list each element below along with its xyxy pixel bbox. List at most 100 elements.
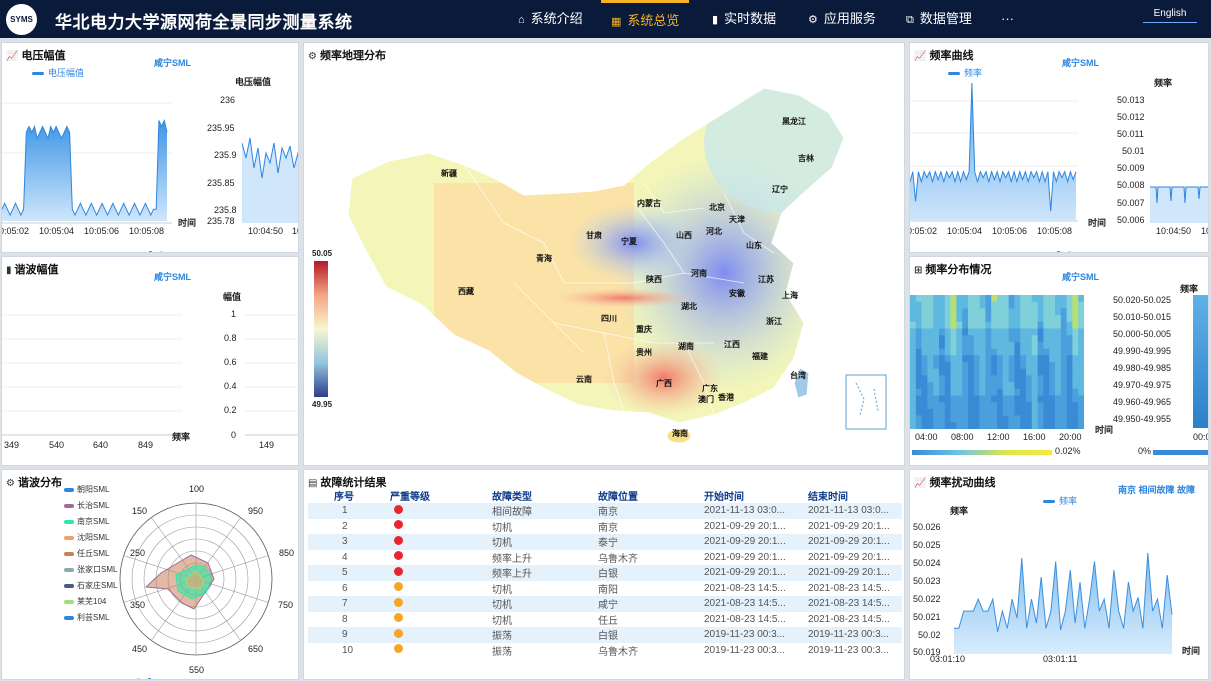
legend-item[interactable]: 朝阳SML: [64, 484, 109, 495]
province-label[interactable]: 山东: [746, 240, 762, 251]
legend-item[interactable]: 南京SML: [64, 516, 109, 527]
chart-legend[interactable]: 频率: [1043, 494, 1077, 507]
province-label[interactable]: 河南: [691, 268, 707, 279]
pager-dot[interactable]: [1056, 251, 1061, 252]
pager-dots[interactable]: [148, 243, 180, 252]
province-label[interactable]: 天津: [729, 214, 745, 225]
nav-data-management[interactable]: ⧉ 数据管理: [906, 0, 972, 38]
nav-system-overview[interactable]: ▦ 系统总览: [601, 0, 690, 38]
nav-app-services[interactable]: ⚙ 应用服务: [808, 0, 876, 38]
province-label[interactable]: 香港: [718, 392, 734, 403]
china-frequency-map[interactable]: [304, 43, 905, 466]
province-label[interactable]: 台湾: [790, 370, 806, 381]
pager-dot[interactable]: [136, 678, 141, 679]
province-label[interactable]: 澳门: [698, 394, 714, 405]
table-row[interactable]: 2 切机 南京 2021-09-29 20:1... 2021-09-29 20:1..…: [308, 519, 902, 535]
province-label[interactable]: 上海: [782, 290, 798, 301]
table-row[interactable]: 1 相间故障 南京 2021-11-13 03:0... 2021-11-13 03:0…: [308, 503, 902, 519]
province-label[interactable]: 湖南: [678, 341, 694, 352]
panel-title-text: 频率曲线: [929, 50, 974, 62]
heatmap-cell: [973, 375, 980, 383]
province-label[interactable]: 吉林: [798, 153, 814, 164]
pager-dot[interactable]: [159, 251, 164, 252]
province-label[interactable]: 安徽: [729, 288, 745, 299]
heatmap-cell: [1060, 321, 1067, 329]
heatmap-cell: [1037, 408, 1044, 416]
table-row[interactable]: 4 频率上升 乌鲁木齐 2021-09-29 20:1... 2021-09-29 20…: [308, 550, 902, 566]
province-label[interactable]: 河北: [706, 226, 722, 237]
province-label[interactable]: 四川: [601, 313, 617, 324]
province-label[interactable]: 福建: [752, 351, 768, 362]
province-label[interactable]: 浙江: [766, 316, 782, 327]
frequency-curve-panel: 📈频率曲线 频率 咸宁SML 10:05:02 10:05:04 10:05:0…: [909, 42, 1209, 253]
pager-dots[interactable]: [1056, 243, 1088, 252]
heatmap-cell: [1072, 355, 1079, 363]
pager-dot[interactable]: [1067, 251, 1072, 252]
heatmap-cell: [979, 301, 986, 309]
nav-system-intro[interactable]: ⌂ 系统介绍: [518, 0, 583, 38]
pager-dot[interactable]: [148, 465, 153, 466]
province-label[interactable]: 陕西: [646, 274, 662, 285]
x-tick: 149: [259, 440, 275, 450]
fault-type: 切机: [490, 596, 596, 612]
province-label[interactable]: 广西: [656, 378, 672, 389]
heatmap-cell: [944, 362, 951, 369]
table-row[interactable]: 8 切机 任丘 2021-08-23 14:5... 2021-08-23 14:5..…: [308, 612, 902, 628]
province-label[interactable]: 西藏: [458, 286, 474, 297]
heatmap-cell: [1043, 375, 1050, 383]
province-label[interactable]: 新疆: [441, 168, 457, 179]
province-label[interactable]: 宁夏: [621, 236, 637, 247]
pager-dot[interactable]: [147, 678, 152, 679]
grid-icon: ▦: [611, 16, 622, 28]
pager-dot[interactable]: [148, 251, 153, 252]
heatmap-cell: [1026, 408, 1033, 416]
pager-dots[interactable]: [148, 457, 180, 463]
province-label[interactable]: 黑龙江: [782, 116, 806, 127]
heatmap-cell: [997, 355, 1004, 363]
province-label[interactable]: 云南: [576, 374, 592, 385]
language-toggle[interactable]: English: [1143, 8, 1197, 23]
table-row[interactable]: 6 切机 南阳 2021-08-23 14:5... 2021-08-23 14:5..…: [308, 581, 902, 597]
heatmap-cell: [1078, 402, 1084, 410]
end-time: 2021-08-23 14:5...: [808, 613, 890, 625]
legend-item[interactable]: 长治SML: [64, 500, 109, 511]
province-label[interactable]: 甘肃: [586, 230, 602, 241]
x-tick: 00:00: [1193, 432, 1208, 442]
legend-item[interactable]: 任丘SML: [64, 548, 109, 559]
province-label[interactable]: 重庆: [636, 324, 652, 335]
pager-dots[interactable]: [1056, 459, 1088, 465]
heatmap-cell: [1060, 382, 1067, 390]
legend-item[interactable]: 石家庄SML: [64, 580, 117, 591]
table-row[interactable]: 7 切机 咸宁 2021-08-23 14:5... 2021-08-23 14:5..…: [308, 596, 902, 612]
heatmap-cell: [1060, 308, 1067, 316]
y-tick: 50.008: [1117, 180, 1145, 190]
province-label[interactable]: 内蒙古: [637, 198, 661, 209]
province-label[interactable]: 山西: [676, 230, 692, 241]
province-label[interactable]: 广东: [702, 383, 718, 394]
pager-dot[interactable]: [159, 465, 164, 466]
heatmap-cell: [979, 408, 986, 416]
nav-more[interactable]: ···: [1001, 0, 1014, 38]
legend-item[interactable]: 张家口SML: [64, 564, 117, 575]
heatmap-cell: [956, 408, 963, 416]
province-label[interactable]: 辽宁: [772, 184, 788, 195]
heatmap-cell: [1002, 335, 1009, 343]
heatmap-cell: [1002, 382, 1009, 390]
legend-item[interactable]: 沈阳SML: [64, 532, 109, 543]
province-label[interactable]: 江苏: [758, 274, 774, 285]
legend-item[interactable]: 莱芜104: [64, 596, 106, 607]
legend-item[interactable]: 利芸SML: [64, 612, 109, 623]
table-row[interactable]: 3 切机 泰宁 2021-09-29 20:1... 2021-09-29 20:1..…: [308, 534, 902, 550]
province-label[interactable]: 北京: [709, 202, 725, 213]
pager-dots[interactable]: [136, 670, 168, 679]
table-row[interactable]: 5 频率上升 白银 2021-09-29 20:1... 2021-09-29 20:1…: [308, 565, 902, 581]
province-label[interactable]: 江西: [724, 339, 740, 350]
x-tick: 08:00: [951, 432, 974, 442]
province-label[interactable]: 青海: [536, 253, 552, 264]
nav-realtime-data[interactable]: ▮ 实时数据: [712, 0, 776, 38]
province-label[interactable]: 贵州: [636, 347, 652, 358]
table-row[interactable]: 9 振荡 白银 2019-11-23 00:3... 2019-11-23 00:3..…: [308, 627, 902, 643]
province-label[interactable]: 海南: [672, 428, 688, 439]
province-label[interactable]: 湖北: [681, 301, 697, 312]
table-row[interactable]: 10 振荡 乌鲁木齐 2019-11-23 00:3... 2019-11-23 00:…: [308, 643, 902, 659]
